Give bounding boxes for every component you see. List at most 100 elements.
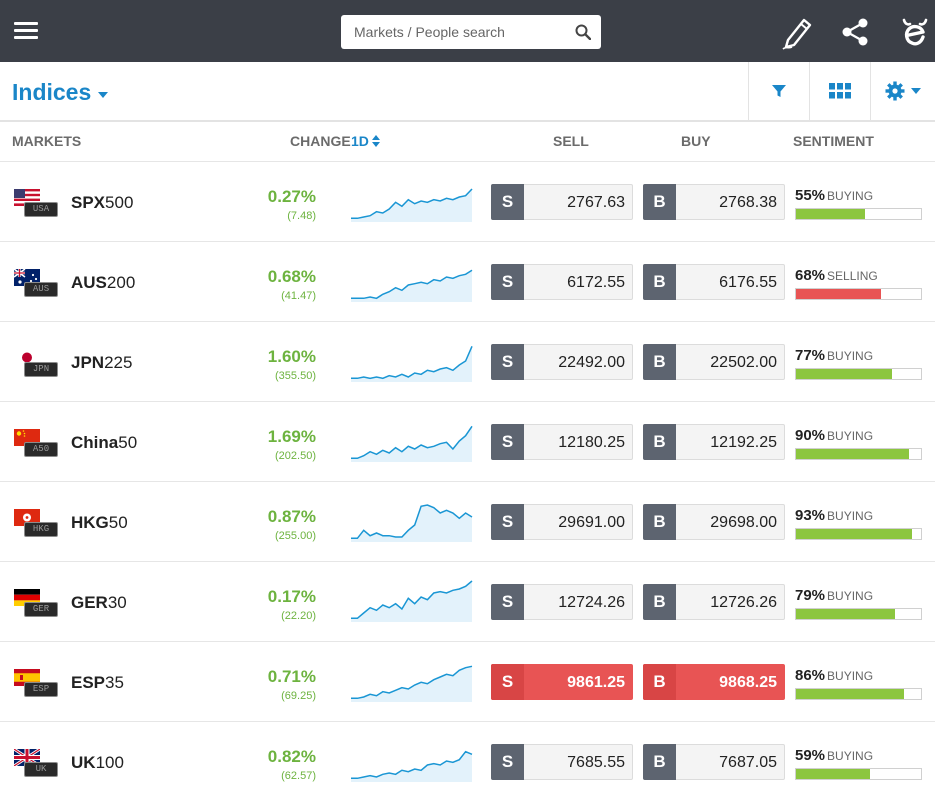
sentiment-bar — [795, 208, 922, 220]
sentiment-direction: SELLING — [827, 269, 878, 283]
buy-button[interactable]: B 12726.26 — [643, 584, 785, 620]
change-absolute: (202.50) — [275, 450, 316, 462]
pencil-icon[interactable] — [780, 14, 814, 50]
grid-view-button[interactable] — [809, 62, 870, 120]
sparkline-area — [351, 426, 472, 462]
change-percent: 0.71% — [267, 667, 316, 686]
change-absolute: (7.48) — [287, 210, 316, 222]
market-name-prefix: GER — [71, 593, 108, 612]
sentiment-percent: 55% — [795, 187, 826, 204]
sentiment-bar-fill — [796, 449, 909, 459]
change-absolute: (255.00) — [275, 530, 316, 542]
etoro-logo-icon[interactable] — [898, 14, 932, 50]
buy-button[interactable]: B 22502.00 — [643, 344, 785, 380]
market-name-suffix: 50 — [108, 513, 128, 532]
buy-button[interactable]: B 29698.00 — [643, 504, 785, 540]
market-row-china50[interactable]: A50 China50 1.69% (202.50) S 12180.25 B … — [0, 402, 935, 482]
buy-badge: B — [643, 344, 676, 380]
market-row-uk100[interactable]: UK UK100 0.82% (62.57) S 7685.55 B 7687.… — [0, 722, 935, 792]
sell-button[interactable]: S 6172.55 — [491, 264, 633, 300]
sell-button[interactable]: S 12724.26 — [491, 584, 633, 620]
sell-button[interactable]: S 12180.25 — [491, 424, 633, 460]
buy-badge: B — [643, 664, 676, 700]
change-absolute: (62.57) — [281, 770, 316, 782]
buy-button[interactable]: B 9868.25 — [643, 664, 785, 700]
sell-price: 12724.26 — [558, 594, 625, 611]
sell-price: 22492.00 — [558, 354, 625, 371]
search-icon[interactable] — [575, 24, 591, 40]
buy-button[interactable]: B 2768.38 — [643, 184, 785, 220]
market-row-jpn225[interactable]: JPN JPN225 1.60% (355.50) S 22492.00 B 2… — [0, 322, 935, 402]
sell-button[interactable]: S 29691.00 — [491, 504, 633, 540]
sentiment-bar — [795, 688, 922, 700]
sell-header: SELL — [553, 133, 589, 149]
buy-price: 22502.00 — [710, 354, 777, 371]
market-name: UK100 — [71, 753, 124, 773]
sub-header: Indices — [0, 62, 935, 122]
sentiment-label: 90% BUYING — [795, 427, 873, 444]
filter-button[interactable] — [748, 62, 809, 120]
buy-price: 2768.38 — [719, 194, 777, 211]
sell-price: 6172.55 — [567, 274, 625, 291]
page-title: Indices — [12, 79, 92, 105]
market-name-suffix: 50 — [118, 433, 138, 452]
sparkline-area — [351, 751, 472, 782]
buy-button[interactable]: B 12192.25 — [643, 424, 785, 460]
sentiment-label: 68% SELLING — [795, 267, 878, 284]
buy-price: 12192.25 — [710, 434, 777, 451]
market-row-hkg50[interactable]: HKG HKG50 0.87% (255.00) S 29691.00 B 29… — [0, 482, 935, 562]
buy-price: 9868.25 — [719, 674, 777, 691]
buy-button[interactable]: B 6176.55 — [643, 264, 785, 300]
sparkline-chart — [351, 665, 473, 702]
sell-button[interactable]: S 7685.55 — [491, 744, 633, 780]
sentiment-bar-fill — [796, 369, 893, 379]
market-row-spx500[interactable]: USA SPX500 0.27% (7.48) S 2767.63 B 2768… — [0, 162, 935, 242]
sell-price: 9861.25 — [567, 674, 625, 691]
change-absolute: (22.20) — [281, 610, 316, 622]
buy-badge: B — [643, 744, 676, 780]
change-header: CHANGE — [290, 133, 351, 149]
sell-button[interactable]: S 9861.25 — [491, 664, 633, 700]
settings-button[interactable] — [870, 62, 935, 120]
market-row-esp35[interactable]: ESP ESP35 0.71% (69.25) S 9861.25 B 9868… — [0, 642, 935, 722]
period-selector[interactable]: 1D — [351, 133, 381, 149]
sell-button[interactable]: S 22492.00 — [491, 344, 633, 380]
sparkline-area — [351, 505, 472, 542]
caret-down-icon — [98, 91, 109, 98]
sentiment-bar-fill — [796, 209, 865, 219]
sell-badge: S — [491, 184, 524, 220]
sentiment-label: 86% BUYING — [795, 667, 873, 684]
buy-badge: B — [643, 264, 676, 300]
sell-badge: S — [491, 664, 524, 700]
change-percent: 0.68% — [267, 267, 316, 286]
market-row-ger30[interactable]: GER GER30 0.17% (22.20) S 12724.26 B 127… — [0, 562, 935, 642]
sentiment-bar — [795, 528, 922, 540]
sentiment-bar-fill — [796, 289, 881, 299]
buy-button[interactable]: B 7687.05 — [643, 744, 785, 780]
hamburger-menu-icon[interactable] — [14, 20, 38, 42]
market-tag: GER — [24, 602, 58, 617]
sell-badge: S — [491, 424, 524, 460]
sell-button[interactable]: S 2767.63 — [491, 184, 633, 220]
indices-dropdown[interactable]: Indices — [12, 79, 109, 106]
sentiment-percent: 68% — [795, 267, 826, 284]
sentiment-direction: BUYING — [827, 589, 874, 603]
sell-badge: S — [491, 344, 524, 380]
period-label: 1D — [351, 133, 369, 149]
market-name-prefix: JPN — [71, 353, 105, 372]
sentiment-label: 59% BUYING — [795, 747, 873, 764]
market-row-aus200[interactable]: AUS AUS200 0.68% (41.47) S 6172.55 B 617… — [0, 242, 935, 322]
change-percent: 0.17% — [267, 587, 316, 606]
sparkline-chart — [351, 504, 473, 542]
change-absolute: (355.50) — [275, 370, 316, 382]
market-name-suffix: 200 — [106, 273, 136, 292]
share-icon[interactable] — [840, 18, 870, 46]
search-input[interactable] — [341, 15, 566, 49]
sort-arrows-icon — [371, 134, 381, 148]
markets-header: MARKETS — [12, 133, 82, 149]
sell-badge: S — [491, 264, 524, 300]
sentiment-bar — [795, 768, 922, 780]
sentiment-label: 77% BUYING — [795, 347, 873, 364]
change-percent: 0.27% — [267, 187, 316, 206]
sentiment-bar-fill — [796, 769, 870, 779]
